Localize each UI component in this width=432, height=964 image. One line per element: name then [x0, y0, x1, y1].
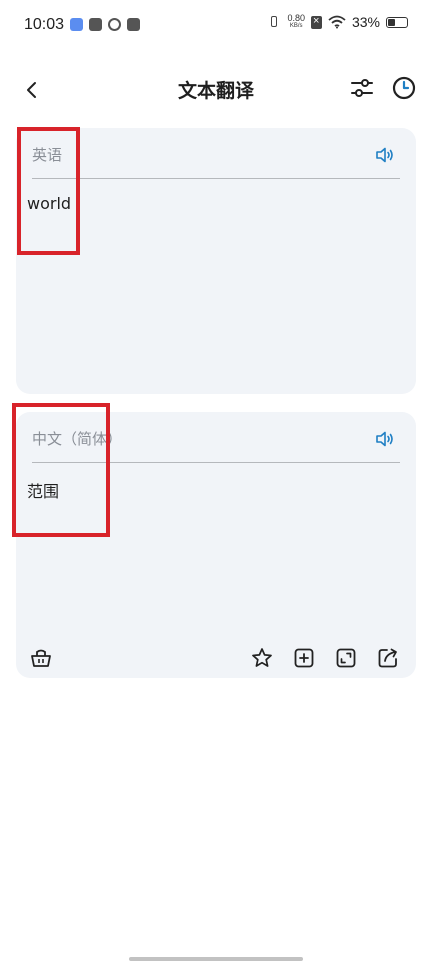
no-sim-icon — [310, 15, 322, 29]
speaker-icon — [376, 431, 393, 447]
share-icon — [378, 648, 397, 668]
add-button[interactable] — [292, 646, 316, 670]
source-speak-button[interactable] — [374, 144, 396, 166]
clear-button[interactable] — [29, 646, 53, 670]
favorite-button[interactable] — [250, 646, 274, 670]
app-header: 文本翻译 — [0, 62, 432, 116]
history-button[interactable] — [390, 74, 418, 102]
speaker-icon — [376, 147, 393, 163]
fullscreen-button[interactable] — [334, 646, 358, 670]
screen: 10:03 0.80 KB/s 33% — [0, 0, 432, 964]
home-indicator[interactable] — [129, 957, 303, 961]
message-notification-icon — [127, 18, 140, 31]
source-divider — [32, 178, 400, 179]
expand-icon — [336, 648, 356, 668]
target-speak-button[interactable] — [374, 428, 396, 450]
battery-percent: 33% — [351, 14, 380, 30]
basket-icon — [31, 649, 51, 667]
status-bar: 10:03 0.80 KB/s 33% — [0, 0, 432, 52]
highlight-box-source — [17, 127, 80, 255]
network-speed-value: 0.80 — [287, 13, 305, 23]
app-notification-icon — [70, 18, 83, 31]
vibrate-icon — [267, 15, 281, 29]
plus-square-icon — [294, 648, 314, 668]
wifi-icon — [328, 15, 346, 29]
sliders-icon — [351, 79, 373, 97]
highlight-box-target — [12, 403, 110, 537]
calendar-notification-icon — [89, 18, 102, 31]
network-speed-unit: KB/s — [289, 23, 303, 29]
clock-icon — [392, 76, 416, 100]
status-right: 0.80 KB/s 33% — [267, 14, 408, 30]
share-button[interactable] — [376, 646, 400, 670]
sync-notification-icon — [108, 18, 121, 31]
notification-icons — [70, 18, 140, 31]
translation-settings-button[interactable] — [348, 74, 376, 102]
status-time: 10:03 — [24, 16, 65, 33]
network-speed: 0.80 KB/s — [287, 14, 305, 30]
battery-icon — [386, 16, 408, 28]
star-icon — [252, 648, 272, 667]
